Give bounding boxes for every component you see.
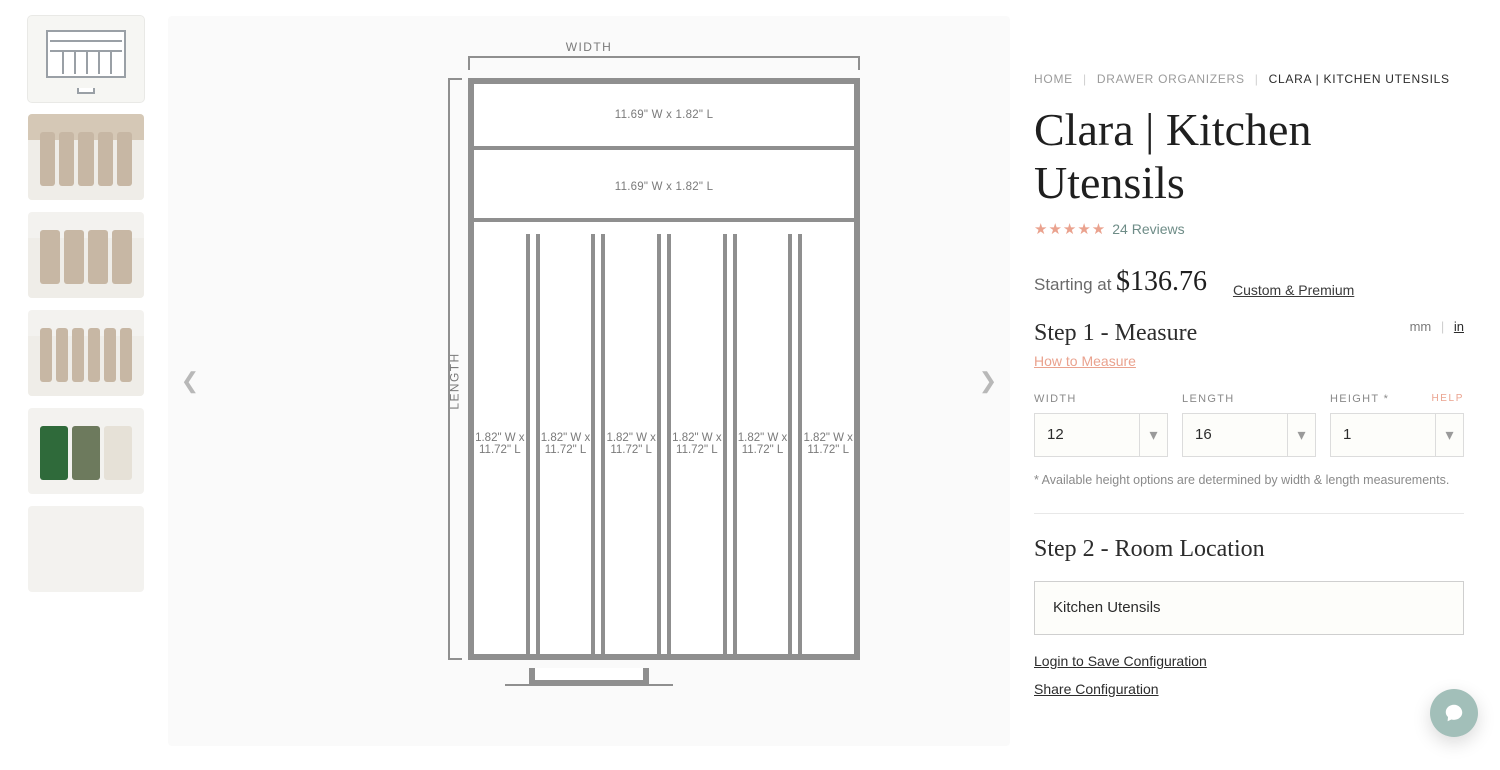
width-select[interactable]: 12 ▾ bbox=[1034, 413, 1168, 457]
login-save-link[interactable]: Login to Save Configuration bbox=[1034, 653, 1464, 669]
width-label: WIDTH bbox=[1034, 393, 1168, 405]
unit-toggle: mm | in bbox=[1410, 319, 1464, 334]
diagram-length-bracket bbox=[448, 78, 462, 660]
breadcrumb-home[interactable]: HOME bbox=[1034, 72, 1073, 86]
diagram-width-label: WIDTH bbox=[566, 40, 613, 54]
product-panel: HOME | DRAWER ORGANIZERS | CLARA | KITCH… bbox=[1034, 16, 1464, 746]
chevron-down-icon: ▾ bbox=[1139, 414, 1167, 456]
divider bbox=[1034, 513, 1464, 514]
unit-mm[interactable]: mm bbox=[1410, 319, 1432, 334]
diagram-col: 1.82" W x11.72" L bbox=[536, 234, 596, 654]
height-label: HEIGHT * HELP bbox=[1330, 393, 1464, 405]
step1-heading: Step 1 - Measure bbox=[1034, 320, 1464, 347]
length-value: 16 bbox=[1195, 426, 1212, 443]
width-value: 12 bbox=[1047, 426, 1064, 443]
chevron-down-icon: ▾ bbox=[1435, 414, 1463, 456]
unit-in[interactable]: in bbox=[1454, 319, 1464, 334]
thumbnail-photo-5[interactable] bbox=[28, 506, 144, 592]
diagram-col: 1.82" W x11.72" L bbox=[733, 234, 793, 654]
reviews-summary[interactable]: ★★★★★ 24 Reviews bbox=[1034, 220, 1464, 238]
product-title: Clara | Kitchen Utensils bbox=[1034, 104, 1464, 210]
diagram-col: 1.82" W x11.72" L bbox=[667, 234, 727, 654]
room-location-select[interactable]: Kitchen Utensils bbox=[1034, 581, 1464, 635]
thumbnail-photo-4[interactable] bbox=[28, 408, 144, 494]
product-viewer: ❮ ❯ WIDTH LENGTH 11.69" W x 1.82" L 11.6… bbox=[168, 16, 1010, 746]
height-help-link[interactable]: HELP bbox=[1431, 393, 1464, 404]
breadcrumb-category[interactable]: DRAWER ORGANIZERS bbox=[1097, 72, 1245, 86]
diagram-col: 1.82" W x11.72" L bbox=[474, 234, 530, 654]
height-value: 1 bbox=[1343, 426, 1351, 443]
diagram-col: 1.82" W x11.72" L bbox=[798, 234, 854, 654]
thumbnail-photo-2[interactable] bbox=[28, 212, 144, 298]
price-starting-label: Starting at bbox=[1034, 275, 1112, 294]
length-select[interactable]: 16 ▾ bbox=[1182, 413, 1316, 457]
thumbnail-photo-3[interactable] bbox=[28, 310, 144, 396]
step2-heading: Step 2 - Room Location bbox=[1034, 536, 1464, 563]
diagram-col: 1.82" W x11.72" L bbox=[601, 234, 661, 654]
length-label: LENGTH bbox=[1182, 393, 1316, 405]
price-amount: $136.76 bbox=[1116, 266, 1207, 297]
reviews-count: 24 Reviews bbox=[1112, 221, 1184, 237]
thumbnail-diagram[interactable] bbox=[28, 16, 144, 102]
prev-image-button[interactable]: ❮ bbox=[176, 367, 204, 395]
chevron-down-icon: ▾ bbox=[1287, 414, 1315, 456]
diagram-row: 11.69" W x 1.82" L bbox=[474, 84, 854, 150]
diagram-tray: 11.69" W x 1.82" L 11.69" W x 1.82" L 1.… bbox=[468, 78, 860, 660]
custom-premium-link[interactable]: Custom & Premium bbox=[1233, 282, 1354, 298]
next-image-button[interactable]: ❯ bbox=[974, 367, 1002, 395]
height-select[interactable]: 1 ▾ bbox=[1330, 413, 1464, 457]
breadcrumb: HOME | DRAWER ORGANIZERS | CLARA | KITCH… bbox=[1034, 72, 1464, 86]
share-config-link[interactable]: Share Configuration bbox=[1034, 681, 1464, 697]
thumbnail-photo-1[interactable] bbox=[28, 114, 144, 200]
chat-icon bbox=[1443, 702, 1465, 724]
diagram-row: 11.69" W x 1.82" L bbox=[474, 156, 854, 222]
room-location-value: Kitchen Utensils bbox=[1053, 599, 1161, 616]
diagram-width-bracket bbox=[468, 56, 860, 70]
diagram-tray-foot bbox=[529, 668, 649, 686]
chat-button[interactable] bbox=[1430, 689, 1478, 737]
thumbnail-strip bbox=[28, 16, 144, 746]
star-icon: ★★★★★ bbox=[1034, 220, 1106, 238]
how-to-measure-link[interactable]: How to Measure bbox=[1034, 353, 1136, 369]
height-note: * Available height options are determine… bbox=[1034, 473, 1464, 487]
breadcrumb-current: CLARA | KITCHEN UTENSILS bbox=[1269, 72, 1450, 86]
